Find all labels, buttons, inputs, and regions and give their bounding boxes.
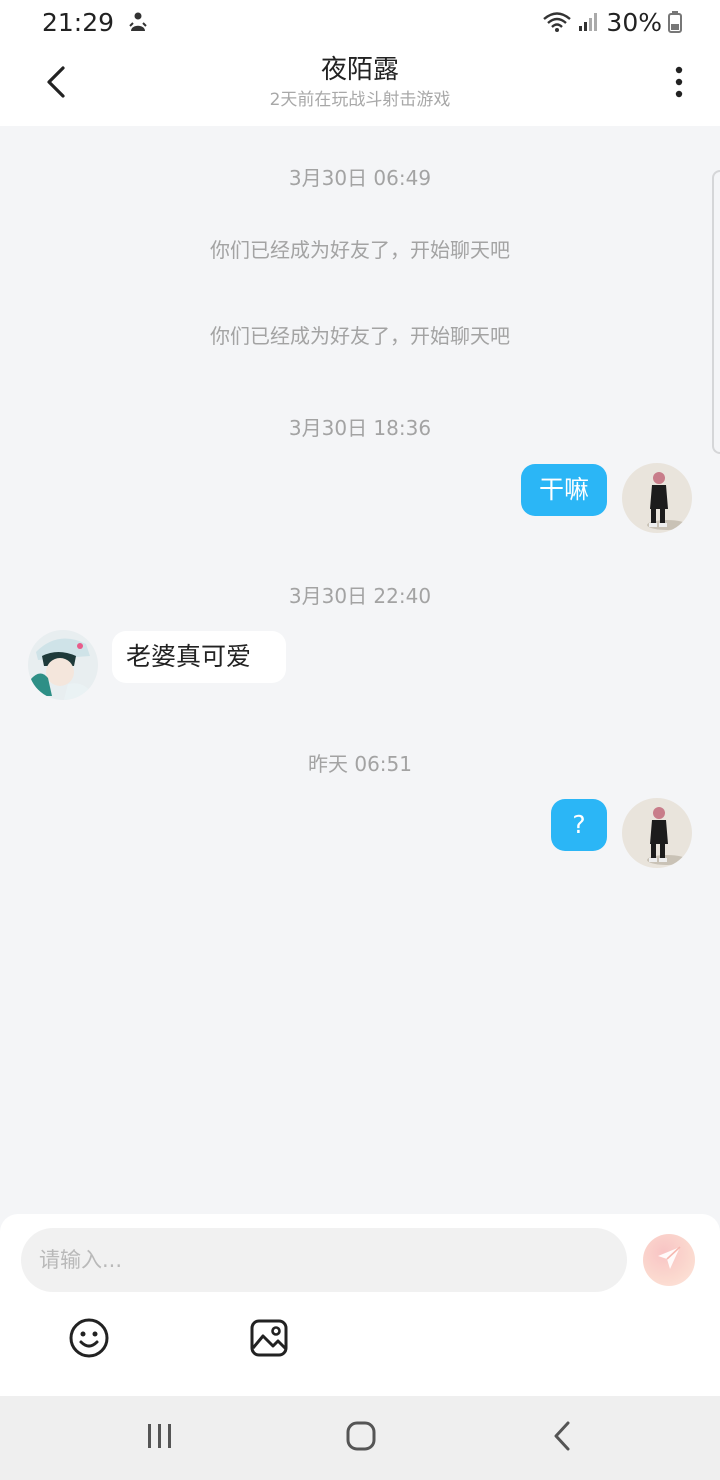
outgoing-message-bubble[interactable]: 干嘛 — [521, 464, 607, 516]
incoming-message-bubble[interactable]: 老婆真可爱 — [112, 631, 286, 683]
nav-back-icon — [552, 1420, 572, 1456]
send-icon — [655, 1244, 683, 1276]
image-button[interactable] — [247, 1318, 291, 1362]
signal-icon — [578, 12, 600, 32]
system-message: 你们已经成为好友了，开始聊天吧 — [210, 324, 510, 348]
image-icon — [249, 1318, 289, 1362]
home-icon — [345, 1420, 377, 1456]
contact-avatar[interactable] — [28, 630, 98, 700]
message-input[interactable] — [21, 1228, 627, 1292]
more-vertical-icon — [675, 66, 683, 102]
emoji-button[interactable] — [67, 1318, 111, 1362]
more-options-button[interactable] — [664, 62, 694, 106]
my-avatar[interactable] — [622, 798, 692, 868]
battery-icon — [668, 11, 682, 33]
chat-message-list[interactable]: 3月30日 06:49 你们已经成为好友了，开始聊天吧 你们已经成为好友了，开始… — [0, 126, 720, 1214]
system-navigation-bar — [0, 1396, 720, 1480]
system-message: 你们已经成为好友了，开始聊天吧 — [210, 238, 510, 262]
recent-apps-icon — [145, 1422, 175, 1454]
wifi-icon — [542, 11, 572, 33]
recent-apps-button[interactable] — [138, 1416, 182, 1460]
timestamp: 3月30日 22:40 — [288, 584, 432, 608]
timestamp: 昨天 06:51 — [308, 752, 412, 776]
status-bar: 21:29 30% — [0, 0, 720, 44]
my-avatar[interactable] — [622, 463, 692, 533]
timestamp: 3月30日 06:49 — [288, 166, 432, 190]
home-button[interactable] — [339, 1416, 383, 1460]
contact-status: 2天前在玩战斗射击游戏 — [269, 90, 451, 110]
message-composer — [0, 1214, 720, 1396]
outgoing-message-bubble[interactable]: ? — [551, 799, 607, 851]
notification-icon — [128, 11, 148, 33]
emoji-icon — [68, 1317, 110, 1363]
back-arrow-icon — [45, 65, 67, 103]
timestamp: 3月30日 18:36 — [288, 416, 432, 440]
status-time: 21:29 — [42, 7, 115, 37]
send-button[interactable] — [643, 1234, 695, 1286]
battery-percent: 30% — [606, 7, 662, 37]
chat-header: 夜陌露 2天前在玩战斗射击游戏 — [0, 44, 720, 126]
contact-name: 夜陌露 — [320, 55, 399, 85]
nav-back-button[interactable] — [540, 1416, 584, 1460]
back-button[interactable] — [34, 62, 78, 106]
